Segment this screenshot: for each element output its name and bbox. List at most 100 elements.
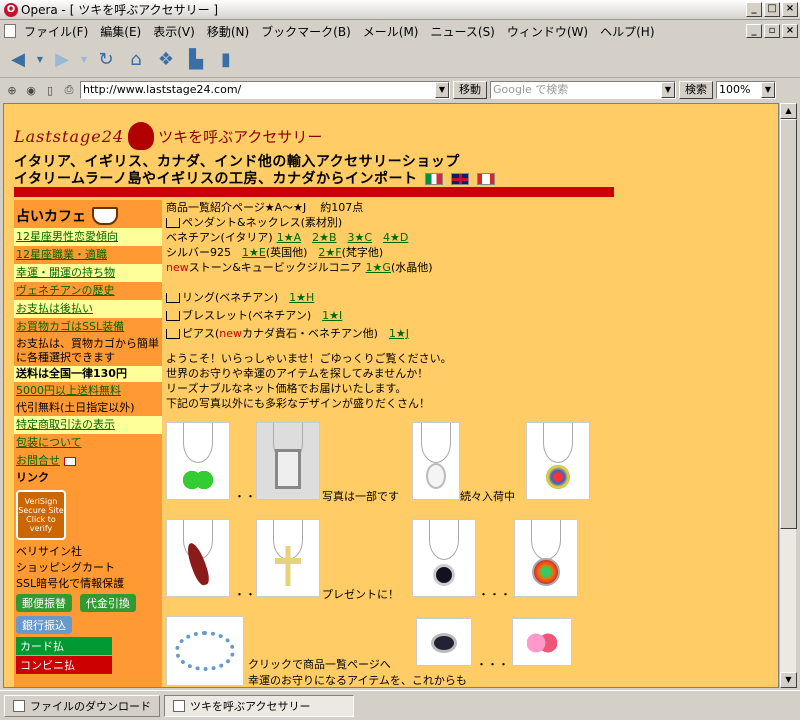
menu-bookmarks[interactable]: ブックマーク(B) (255, 23, 357, 40)
page-tab[interactable]: ツキを呼ぶアクセサリー (164, 694, 354, 717)
sidebar-link-luck[interactable]: 幸運・開運の持ち物 (14, 264, 162, 282)
cookie-icon[interactable]: ◉ (23, 82, 39, 98)
reload-icon[interactable]: ↻ (94, 48, 118, 72)
menu-bar: ファイル(F) 編集(E) 表示(V) 移動(N) ブックマーク(B) メール(… (0, 20, 800, 42)
sidebar-link-ssl[interactable]: お買物カゴはSSL装備 (14, 318, 162, 336)
back-icon[interactable]: ◀ (6, 48, 30, 72)
menu-file[interactable]: ファイル(F) (18, 23, 94, 40)
menu-view[interactable]: 表示(V) (147, 23, 201, 40)
print-icon[interactable]: ▙ (184, 48, 208, 72)
sidebar-link-love[interactable]: 12星座男性恋愛傾向 (14, 228, 162, 246)
link-4d[interactable]: 4★D (383, 231, 408, 244)
vertical-scrollbar[interactable]: ▲ ▼ (779, 103, 797, 688)
product-photo-pink-earring[interactable] (512, 618, 572, 666)
page-icon[interactable]: ▮ (214, 48, 238, 72)
page-tab-icon (173, 699, 185, 712)
product-photo-ring[interactable] (416, 618, 472, 666)
link-1g[interactable]: 1★G (366, 261, 391, 274)
go-button[interactable]: 移動 (453, 81, 487, 99)
search-button[interactable]: 検索 (679, 81, 713, 99)
bracelet-label: ブレスレット(ベネチアン) (182, 309, 312, 322)
product-photo-blue-bead[interactable] (412, 519, 476, 597)
links-label: リンク (16, 471, 49, 484)
link-1j[interactable]: 1★J (389, 327, 409, 340)
scroll-down-arrow-icon[interactable]: ▼ (780, 672, 797, 688)
product-photo-bracelet[interactable] (166, 616, 244, 686)
silver-note-2: (梵字他) (341, 246, 384, 259)
sidebar-link-legal[interactable]: 特定商取引法の表示 (14, 416, 162, 434)
link-1h[interactable]: 1★H (289, 291, 314, 304)
photo-dots-3: ・・・ (478, 588, 511, 601)
sidebar-link-payment[interactable]: お支払は後払い (14, 300, 162, 318)
silver-note-1: (英国他) (265, 246, 308, 259)
search-field[interactable]: Google で検索 ▼ (490, 81, 676, 99)
menu-edit[interactable]: 編集(E) (94, 23, 147, 40)
security-icon[interactable]: ⊕ (4, 82, 20, 98)
photo-caption-3: プレゼントに！ (322, 588, 399, 601)
sidebar-link-history[interactable]: ヴェネチアンの歴史 (14, 282, 162, 300)
link-1a[interactable]: 1★A (277, 231, 301, 244)
photo-dots-2: ・・ (234, 588, 256, 601)
title-bar: O Opera - [ ツキを呼ぶアクセサリー ] _ □ × (0, 0, 800, 20)
link-1i[interactable]: 1★I (322, 309, 342, 322)
mdi-close-button[interactable]: × (782, 24, 798, 38)
product-photo-flower[interactable] (514, 519, 578, 597)
scroll-thumb[interactable] (780, 119, 797, 529)
payment-note: お支払は、買物カゴから簡単に各種選択できます (16, 337, 159, 364)
welcome-4: 下記の写真以外にも多彩なデザインが盛りだくさん！ (166, 397, 430, 410)
document-icon (4, 24, 16, 38)
product-photo-cross[interactable] (256, 422, 320, 500)
bookmark-icon[interactable]: ❖ (154, 48, 178, 72)
page-info-icon[interactable]: ▯ (42, 82, 58, 98)
zoom-select[interactable]: 100% ▼ (716, 81, 776, 99)
product-photo-millefiori[interactable] (526, 422, 590, 500)
canada-flag-icon (477, 173, 496, 185)
sidebar-link-jobs[interactable]: 12星座職業・適職 (14, 246, 162, 264)
silver-label: シルバー925 (166, 246, 231, 259)
menu-news[interactable]: ニュース(S) (424, 23, 500, 40)
menu-mail[interactable]: メール(M) (357, 23, 425, 40)
verisign-seal[interactable]: VeriSign Secure Site Click to verify (16, 490, 66, 540)
mail-icon[interactable] (64, 456, 76, 466)
uk-flag-icon (451, 173, 470, 185)
coffee-cup-icon (92, 207, 118, 225)
link-1e[interactable]: 1★E (242, 246, 266, 259)
home-icon[interactable]: ⌂ (124, 48, 148, 72)
sidebar: 占いカフェ 12星座男性恋愛傾向 12星座職業・適職 幸運・開運の持ち物 ヴェネ… (14, 200, 162, 687)
forward-icon[interactable]: ▶ (50, 48, 74, 72)
back-dropdown-icon[interactable]: ▼ (36, 48, 44, 72)
zoom-dropdown-icon[interactable]: ▼ (761, 82, 775, 98)
close-button[interactable]: × (782, 2, 798, 17)
search-placeholder: Google で検索 (493, 83, 569, 96)
link-3c[interactable]: 3★C (348, 231, 373, 244)
scroll-up-arrow-icon[interactable]: ▲ (780, 103, 797, 119)
sidebar-link-contact[interactable]: お問合せ (14, 452, 62, 470)
product-photo-green-beads[interactable] (166, 422, 230, 500)
forward-dropdown-icon[interactable]: ▼ (80, 48, 88, 72)
product-photo-gold-cross[interactable] (256, 519, 320, 597)
link-2b[interactable]: 2★B (312, 231, 336, 244)
address-dropdown-icon[interactable]: ▼ (435, 82, 449, 98)
welcome-2: 世界のお守りや幸運のアイテムを探してみませんか！ (166, 367, 429, 380)
photo-caption-5: 幸運のお守りになるアイテムを、これからも (248, 674, 467, 687)
sidebar-link-free-shipping[interactable]: 5000円以上送料無料 (14, 382, 162, 400)
menu-window[interactable]: ウィンドウ(W) (501, 23, 594, 40)
search-dropdown-icon[interactable]: ▼ (661, 82, 675, 98)
product-photo-crystal[interactable] (412, 422, 460, 500)
product-photo-red-pepper[interactable] (166, 519, 230, 597)
downloads-tab[interactable]: ファイルのダウンロード (4, 694, 160, 717)
mdi-restore-button[interactable]: ▫ (764, 24, 780, 38)
site-logo[interactable]: Laststage24 ツキを呼ぶアクセサリー (14, 122, 322, 150)
mdi-minimize-button[interactable]: _ (746, 24, 762, 38)
menu-navigate[interactable]: 移動(N) (201, 23, 255, 40)
minimize-button[interactable]: _ (746, 2, 762, 17)
link-2f[interactable]: 2★F (318, 246, 341, 259)
photo-dots-4: ・・・ (476, 658, 509, 671)
address-field[interactable]: http://www.laststage24.com/ ▼ (80, 81, 450, 99)
welcome-1: ようこそ！いらっしゃいませ！ごゆっくりご覧ください。 (166, 352, 452, 365)
sidebar-link-wrapping[interactable]: 包装について (14, 434, 162, 452)
maximize-button[interactable]: □ (764, 2, 780, 17)
print-small-icon[interactable]: ⎙ (61, 82, 77, 98)
menu-help[interactable]: ヘルプ(H) (594, 23, 660, 40)
postal-transfer-badge: 郵便振替 (16, 594, 72, 612)
